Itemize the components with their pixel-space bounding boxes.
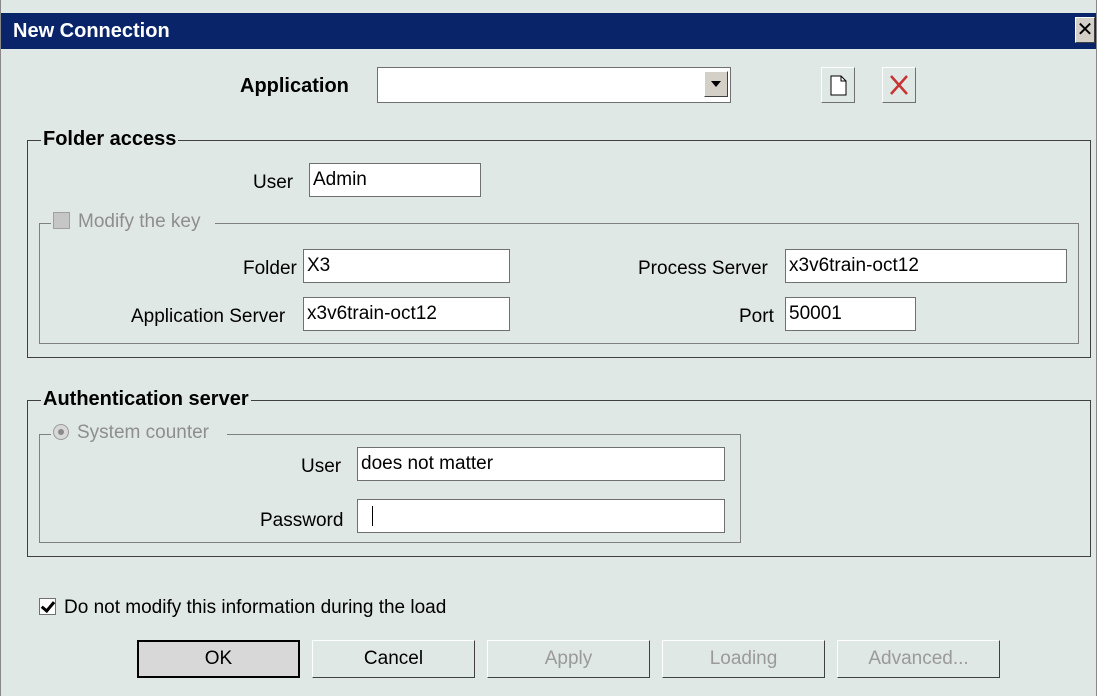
- delete-application-button[interactable]: [882, 67, 916, 103]
- ok-button[interactable]: OK: [137, 640, 300, 678]
- process-server-input[interactable]: x3v6train-oct12: [785, 249, 1067, 283]
- system-counter-radio-dot: [53, 424, 69, 440]
- new-application-button[interactable]: [821, 67, 855, 103]
- no-modify-label: Do not modify this information during th…: [64, 597, 447, 618]
- folder-user-input[interactable]: Admin: [309, 163, 481, 197]
- modify-key-checkbox: Modify the key: [51, 211, 215, 233]
- window-title: New Connection: [13, 20, 170, 42]
- password-label: Password: [260, 510, 344, 531]
- port-value: 50001: [789, 303, 842, 324]
- application-select[interactable]: [377, 67, 731, 103]
- system-counter-label: System counter: [77, 422, 209, 443]
- new-document-icon: [830, 75, 847, 96]
- no-modify-checkbox-row[interactable]: Do not modify this information during th…: [39, 597, 446, 619]
- text-cursor: [372, 506, 373, 526]
- chevron-down-icon[interactable]: [704, 71, 728, 97]
- folder-access-title: Folder access: [41, 128, 179, 151]
- cancel-button[interactable]: Cancel: [312, 640, 475, 678]
- title-bar[interactable]: New Connection ✕: [1, 13, 1096, 49]
- application-label: Application: [240, 75, 349, 97]
- application-server-input[interactable]: x3v6train-oct12: [303, 297, 510, 331]
- folder-user-value: Admin: [313, 169, 367, 190]
- process-server-label: Process Server: [638, 258, 768, 279]
- close-icon: ✕: [1076, 19, 1094, 41]
- folder-label: Folder: [243, 258, 297, 279]
- delete-icon: [890, 75, 908, 95]
- system-counter-radio: System counter: [51, 422, 227, 444]
- application-server-label: Application Server: [131, 306, 286, 327]
- close-button[interactable]: ✕: [1075, 17, 1095, 43]
- folder-input[interactable]: X3: [303, 249, 510, 283]
- folder-user-label: User: [253, 172, 294, 193]
- port-label: Port: [739, 306, 774, 327]
- authentication-server-title: Authentication server: [41, 388, 251, 411]
- application-server-value: x3v6train-oct12: [307, 303, 437, 324]
- auth-user-input[interactable]: does not matter: [357, 447, 725, 481]
- process-server-value: x3v6train-oct12: [789, 255, 919, 276]
- port-input[interactable]: 50001: [785, 297, 916, 331]
- auth-user-value: does not matter: [361, 453, 494, 474]
- advanced-button[interactable]: Advanced...: [837, 640, 1000, 678]
- folder-value: X3: [307, 255, 331, 276]
- apply-button[interactable]: Apply: [487, 640, 650, 678]
- password-input[interactable]: [357, 499, 725, 533]
- no-modify-checkbox[interactable]: [39, 598, 56, 615]
- modify-key-label: Modify the key: [78, 211, 201, 232]
- loading-button[interactable]: Loading: [662, 640, 825, 678]
- auth-user-label: User: [301, 456, 342, 477]
- new-connection-dialog: New Connection ✕ Application Folder acce…: [0, 0, 1097, 696]
- modify-key-check-box: [53, 212, 70, 229]
